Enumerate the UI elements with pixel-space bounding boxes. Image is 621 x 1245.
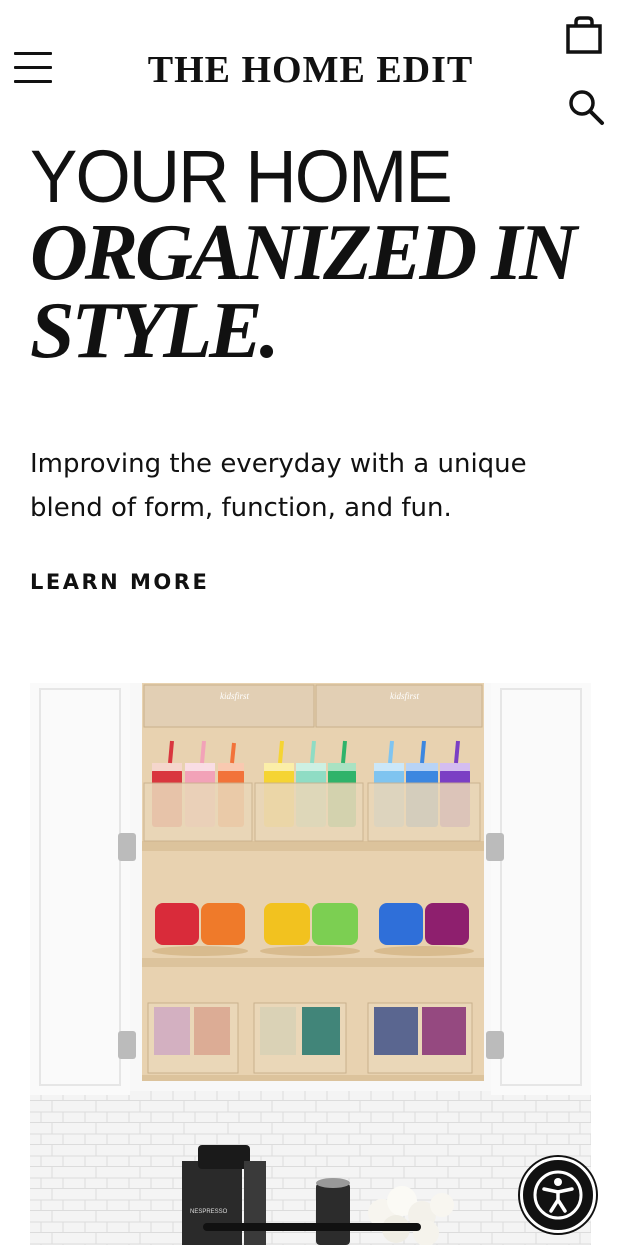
home-indicator — [203, 1223, 421, 1231]
bin-label-left: kidsfirst — [220, 691, 250, 701]
hero-title-line-1: YOUR HOME — [30, 135, 453, 218]
coffee-pod-bins — [147, 1002, 473, 1074]
hero-subtitle: Improving the everyday with a unique ble… — [30, 449, 527, 523]
accessibility-icon[interactable] — [520, 1157, 596, 1233]
shopping-bag-icon[interactable] — [563, 14, 605, 56]
search-icon[interactable] — [566, 87, 606, 127]
site-logo[interactable]: THE HOME EDIT — [0, 48, 621, 92]
hero-title-line-2: ORGANIZED IN — [30, 209, 577, 297]
site-header: THE HOME EDIT — [0, 0, 621, 135]
hero-image: kidsfirst kidsfirst NESPRESSO — [30, 683, 591, 1245]
bin-label-right: kidsfirst — [390, 691, 420, 701]
hero-title: YOUR HOME ORGANIZED IN STYLE. — [30, 135, 610, 375]
learn-more-link[interactable]: LEARN MORE — [30, 570, 209, 594]
hero-title-line-3: STYLE. — [30, 287, 279, 375]
machine-label: NESPRESSO — [190, 1209, 228, 1215]
